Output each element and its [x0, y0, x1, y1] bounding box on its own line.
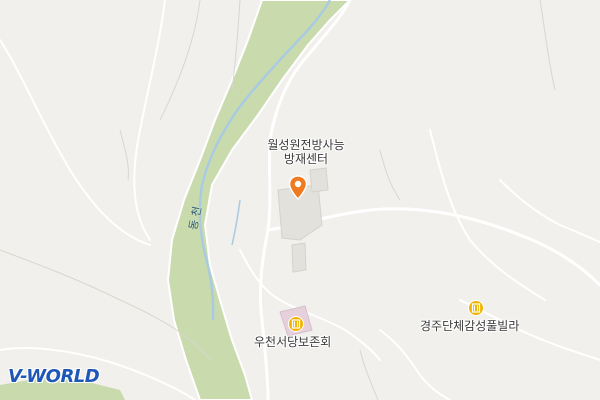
facility-label-line1: 월성원전방사능	[267, 138, 345, 152]
vworld-logo-text: -WORLD	[20, 366, 100, 387]
villa-label[interactable]: 경주단체감성풀빌라	[420, 319, 519, 333]
villa-poi-icon[interactable]	[468, 300, 484, 316]
map-viewport[interactable]: 동 천 월성원전방사능 방재센터 경주단체감성풀빌라 우천서당보존회 V-WOR…	[0, 0, 600, 400]
location-pin-icon[interactable]	[288, 175, 308, 201]
vworld-logo-v: V	[8, 366, 21, 387]
facility-label[interactable]: 월성원전방사능 방재센터	[248, 138, 364, 166]
vworld-logo: V-WORLD	[8, 366, 100, 387]
hall-label[interactable]: 우천서당보존회	[254, 335, 331, 349]
facility-label-line2: 방재센터	[283, 152, 329, 166]
hall-poi-icon[interactable]	[288, 316, 304, 332]
